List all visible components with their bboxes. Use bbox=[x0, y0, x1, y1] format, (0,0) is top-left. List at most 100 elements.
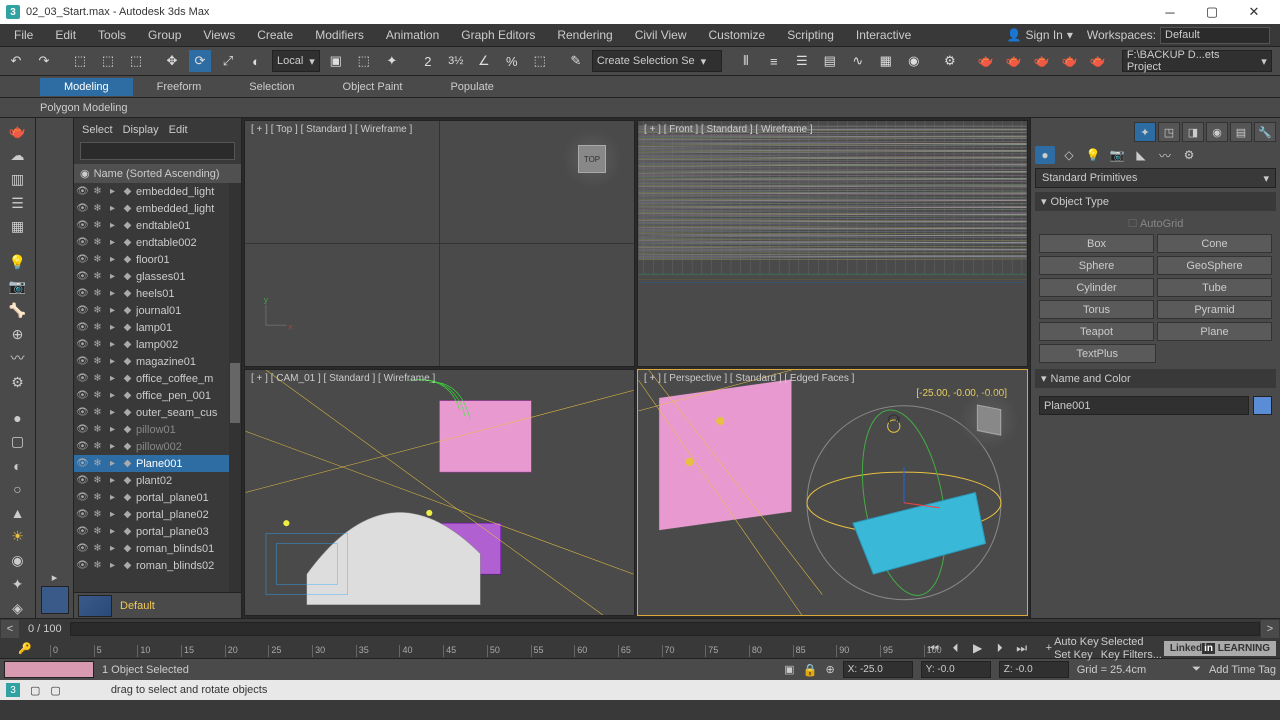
scene-item[interactable]: 👁❄▸◆endtable01 bbox=[74, 217, 241, 234]
bone-icon[interactable]: 🦴 bbox=[6, 301, 30, 321]
menu-scripting[interactable]: Scripting bbox=[777, 26, 844, 44]
lock-icon[interactable]: 🔒 bbox=[803, 663, 818, 677]
circle-icon[interactable]: ○ bbox=[6, 479, 30, 499]
color-swatch[interactable] bbox=[41, 586, 69, 614]
scene-item[interactable]: 👁❄▸◆office_coffee_m bbox=[74, 370, 241, 387]
spacewarp-icon[interactable]: 〰 bbox=[6, 348, 30, 368]
scene-item[interactable]: 👁❄▸◆heels01 bbox=[74, 285, 241, 302]
scene-item[interactable]: 👁❄▸◆outer_seam_cus bbox=[74, 404, 241, 421]
select-button[interactable]: ⬚ bbox=[352, 49, 376, 73]
primitive-cylinder[interactable]: Cylinder bbox=[1039, 278, 1154, 297]
cone-icon[interactable]: ▲ bbox=[6, 503, 30, 523]
keymode-selected[interactable]: Selected bbox=[1101, 636, 1162, 648]
curve-editor-button[interactable]: ∿ bbox=[846, 49, 870, 73]
rollout-object-type[interactable]: ▾Object Type bbox=[1035, 192, 1276, 211]
primitive-textplus[interactable]: TextPlus bbox=[1039, 344, 1156, 363]
grid-icon[interactable]: ▦ bbox=[6, 217, 30, 237]
coord-x[interactable]: X: -25.0 bbox=[843, 661, 913, 678]
scene-item[interactable]: 👁❄▸◆roman_blinds01 bbox=[74, 540, 241, 557]
xyz-icon[interactable]: ⊕ bbox=[826, 663, 835, 676]
menu-file[interactable]: File bbox=[4, 26, 43, 44]
hemisphere-icon[interactable]: ◐ bbox=[6, 456, 30, 476]
primitive-plane[interactable]: Plane bbox=[1157, 322, 1272, 341]
coord-y[interactable]: Y: -0.0 bbox=[921, 661, 991, 678]
scene-item[interactable]: 👁❄▸◆pillow002 bbox=[74, 438, 241, 455]
close-button[interactable]: ✕ bbox=[1234, 1, 1274, 23]
snap-3d-button[interactable]: 3½ bbox=[444, 49, 468, 73]
expand-icon[interactable]: ▸ bbox=[52, 571, 58, 584]
scene-item[interactable]: 👁❄▸◆portal_plane02 bbox=[74, 506, 241, 523]
scene-item[interactable]: 👁❄▸◆magazine01 bbox=[74, 353, 241, 370]
primitive-cone[interactable]: Cone bbox=[1157, 234, 1272, 253]
pivot-button[interactable]: ▣ bbox=[324, 49, 348, 73]
placement-button[interactable]: ◐ bbox=[244, 49, 268, 73]
set-key-plus-button[interactable]: + bbox=[1046, 642, 1052, 654]
primitive-teapot[interactable]: Teapot bbox=[1039, 322, 1154, 341]
ribbon-tab-modeling[interactable]: Modeling bbox=[40, 78, 133, 96]
cloud-icon[interactable]: ☁ bbox=[6, 146, 30, 166]
systems-icon[interactable]: ⚙ bbox=[6, 372, 30, 392]
render-teapot4-button[interactable]: 🫖 bbox=[1058, 49, 1082, 73]
scene-item[interactable]: 👁❄▸◆portal_plane01 bbox=[74, 489, 241, 506]
layer-swatch[interactable] bbox=[78, 595, 112, 617]
create-systems-icon[interactable]: ⚙ bbox=[1179, 146, 1199, 164]
menu-group[interactable]: Group bbox=[138, 26, 191, 44]
list-icon[interactable]: ☰ bbox=[6, 193, 30, 213]
prev-frame-button[interactable]: ⏴ bbox=[946, 639, 966, 657]
scene-tab-select[interactable]: Select bbox=[82, 124, 113, 136]
render-teapot1-button[interactable]: 🫖 bbox=[974, 49, 998, 73]
render-teapot2-button[interactable]: 🫖 bbox=[1002, 49, 1026, 73]
maximize-button[interactable]: ▢ bbox=[1192, 1, 1232, 23]
render-teapot3-button[interactable]: 🫖 bbox=[1030, 49, 1054, 73]
scene-item[interactable]: 👁❄▸◆journal01 bbox=[74, 302, 241, 319]
sphere-icon[interactable]: ● bbox=[6, 408, 30, 428]
maxscript-listener[interactable] bbox=[4, 661, 94, 678]
menu-animation[interactable]: Animation bbox=[376, 26, 449, 44]
autokey-button[interactable]: Auto Key bbox=[1054, 636, 1099, 648]
bind-button[interactable]: ⬚ bbox=[124, 49, 148, 73]
time-tag-icon[interactable]: ⏷ bbox=[1192, 663, 1201, 676]
primitive-box[interactable]: Box bbox=[1039, 234, 1154, 253]
undo-button[interactable]: ↶ bbox=[4, 49, 28, 73]
coord-system-dropdown[interactable]: Local▾ bbox=[272, 50, 320, 72]
schematic-button[interactable]: ▦ bbox=[874, 49, 898, 73]
signin-button[interactable]: 👤 Sign In ▾ bbox=[1001, 28, 1079, 42]
move-button[interactable]: ✥ bbox=[160, 49, 184, 73]
goto-end-button[interactable]: ⏭ bbox=[1012, 639, 1032, 657]
scene-item[interactable]: 👁❄▸◆embedded_light bbox=[74, 200, 241, 217]
cmd-tab-create[interactable]: ✦ bbox=[1134, 122, 1156, 142]
scene-search-input[interactable] bbox=[80, 142, 235, 160]
teapot-icon[interactable]: 🫖 bbox=[6, 122, 30, 142]
scene-item[interactable]: 👁❄▸◆glasses01 bbox=[74, 268, 241, 285]
box-icon[interactable]: ▢ bbox=[6, 432, 30, 452]
task-mini-icon[interactable]: ▢ bbox=[30, 684, 40, 697]
viewcube[interactable]: TOP bbox=[562, 129, 622, 189]
morph-icon[interactable]: ◉ bbox=[6, 551, 30, 571]
scene-item[interactable]: 👁❄▸◆lamp002 bbox=[74, 336, 241, 353]
named-sel-edit-button[interactable]: ✎ bbox=[564, 49, 588, 73]
scene-item[interactable]: 👁❄▸◆lamp01 bbox=[74, 319, 241, 336]
autogrid-checkbox[interactable]: AutoGrid bbox=[1140, 218, 1183, 230]
scene-item[interactable]: 👁❄▸◆pillow01 bbox=[74, 421, 241, 438]
menu-customize[interactable]: Customize bbox=[699, 26, 776, 44]
timeline-prev[interactable]: < bbox=[1, 620, 19, 638]
object-name-input[interactable] bbox=[1039, 396, 1249, 415]
scene-item[interactable]: 👁❄▸◆embedded_light bbox=[74, 183, 241, 200]
scene-scrollbar[interactable] bbox=[229, 183, 241, 592]
percent-snap-button[interactable]: % bbox=[500, 49, 524, 73]
scene-item[interactable]: 👁❄▸◆Plane001 bbox=[74, 455, 241, 472]
scene-item[interactable]: 👁❄▸◆office_pen_001 bbox=[74, 387, 241, 404]
layers-button[interactable]: ☰ bbox=[790, 49, 814, 73]
next-frame-button[interactable]: ⏵ bbox=[990, 639, 1010, 657]
link-button[interactable]: ⬚ bbox=[68, 49, 92, 73]
scene-item[interactable]: 👁❄▸◆plant02 bbox=[74, 472, 241, 489]
cmd-tab-motion[interactable]: ◉ bbox=[1206, 122, 1228, 142]
menu-tools[interactable]: Tools bbox=[88, 26, 136, 44]
menu-rendering[interactable]: Rendering bbox=[547, 26, 622, 44]
scene-item[interactable]: 👁❄▸◆endtable002 bbox=[74, 234, 241, 251]
menu-create[interactable]: Create bbox=[247, 26, 303, 44]
material-editor-button[interactable]: ◉ bbox=[902, 49, 926, 73]
ribbon-tab-selection[interactable]: Selection bbox=[225, 78, 318, 96]
timeline-track[interactable] bbox=[70, 622, 1260, 636]
project-path[interactable]: F:\BACKUP D...ets Project▾ bbox=[1122, 50, 1272, 72]
